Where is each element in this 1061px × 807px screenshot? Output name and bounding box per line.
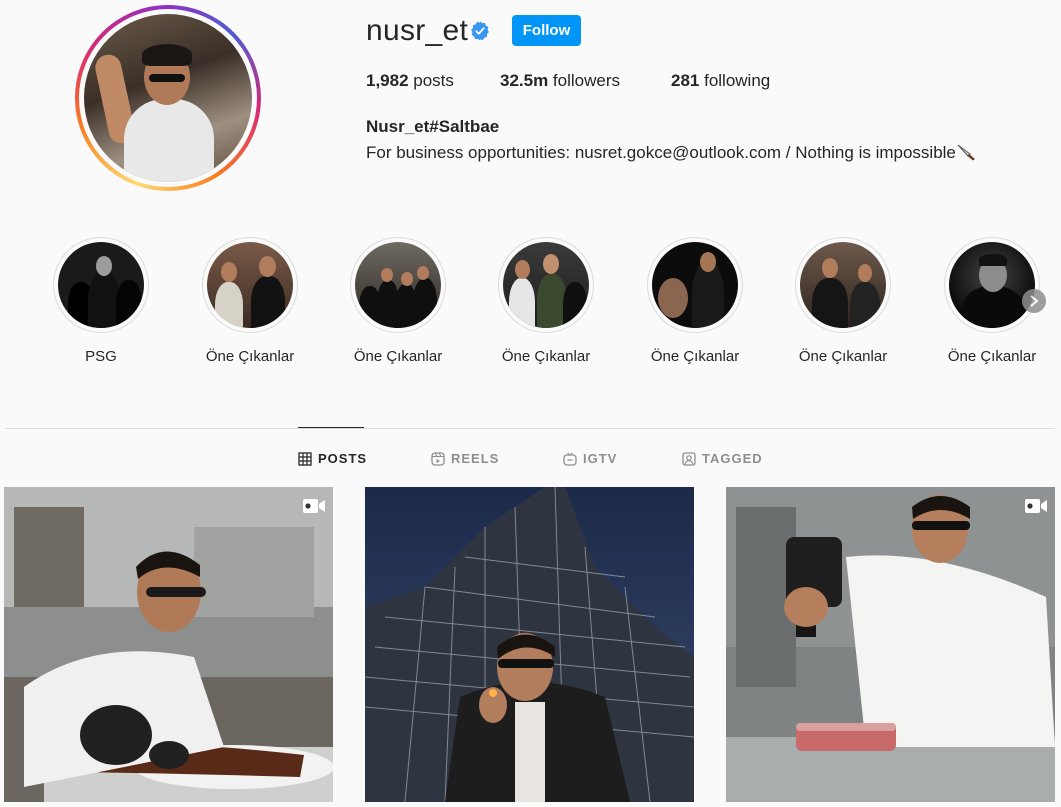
tab-posts[interactable]: POSTS	[298, 451, 367, 466]
profile-bio: For business opportunities: nusret.gokce…	[366, 143, 978, 163]
follow-button[interactable]: Follow	[512, 15, 581, 46]
video-icon	[1025, 499, 1047, 513]
highlight-item[interactable]: Öne Çıkanlar	[625, 237, 765, 365]
tabs-divider	[5, 428, 1055, 429]
highlight-item[interactable]: Öne Çıkanlar	[328, 237, 468, 365]
post-thumbnail[interactable]	[365, 487, 694, 802]
followers-count: 32.5m	[500, 71, 549, 90]
chevron-right-icon	[1030, 295, 1039, 307]
highlight-cover-image	[949, 242, 1035, 328]
followers-label: followers	[548, 71, 621, 90]
profile-username: nusr_et	[366, 14, 469, 47]
highlight-label: PSG	[85, 348, 117, 365]
post-image	[4, 487, 333, 802]
reels-icon	[431, 451, 445, 466]
following-count: 281	[671, 71, 700, 90]
profile-avatar	[84, 14, 252, 182]
highlight-label: Öne Çıkanlar	[798, 348, 888, 365]
highlight-cover-image	[58, 242, 144, 328]
igtv-icon	[563, 452, 577, 466]
tagged-icon	[682, 451, 696, 466]
highlight-label: Öne Çıkanlar	[205, 348, 295, 365]
followers-count-stat[interactable]: 32.5m followers	[500, 71, 620, 91]
active-tab-indicator	[298, 427, 364, 428]
post-image	[726, 487, 1055, 802]
following-count-stat[interactable]: 281 following	[671, 71, 770, 91]
grid-icon	[298, 451, 312, 466]
profile-bio-text: For business opportunities: nusret.gokce…	[366, 143, 956, 162]
profile-avatar-story-ring[interactable]	[75, 5, 261, 191]
posts-count-stat: 1,982 posts	[366, 71, 454, 91]
highlight-item[interactable]: Öne Çıkanlar	[476, 237, 616, 365]
post-thumbnail[interactable]	[4, 487, 333, 802]
posts-label: posts	[408, 71, 454, 90]
tab-label: TAGGED	[702, 451, 763, 466]
highlight-item[interactable]: Öne Çıkanlar	[180, 237, 320, 365]
highlight-cover-image	[207, 242, 293, 328]
highlight-label: Öne Çıkanlar	[501, 348, 591, 365]
highlight-cover-image	[355, 242, 441, 328]
highlight-cover-image	[503, 242, 589, 328]
post-image	[365, 487, 694, 802]
tab-igtv[interactable]: IGTV	[563, 451, 617, 466]
highlight-item[interactable]: PSG	[31, 237, 171, 365]
tab-label: IGTV	[583, 451, 618, 466]
tab-label: REELS	[451, 451, 500, 466]
highlight-label: Öne Çıkanlar	[947, 348, 1037, 365]
knife-emoji-icon	[957, 144, 975, 161]
following-label: following	[699, 71, 771, 90]
profile-full-name: Nusr_et#Saltbae	[366, 117, 500, 136]
highlight-label: Öne Çıkanlar	[353, 348, 443, 365]
highlight-label: Öne Çıkanlar	[650, 348, 740, 365]
tab-tagged[interactable]: TAGGED	[682, 451, 763, 466]
verified-badge-icon	[471, 21, 489, 41]
tab-reels[interactable]: REELS	[431, 451, 499, 466]
posts-count: 1,982	[366, 71, 409, 90]
video-icon	[303, 499, 325, 513]
tab-label: POSTS	[318, 451, 368, 466]
highlight-cover-image	[652, 242, 738, 328]
highlight-item[interactable]: Öne Çıkanlar	[773, 237, 913, 365]
highlights-next-arrow[interactable]	[1022, 289, 1046, 313]
post-thumbnail[interactable]	[726, 487, 1055, 802]
highlight-cover-image	[800, 242, 886, 328]
